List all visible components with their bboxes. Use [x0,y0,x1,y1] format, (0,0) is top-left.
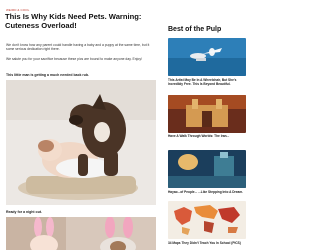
sidebar-heading: Best of the Pulp [168,26,222,33]
article-paragraph: We salute you for your sacrifice because… [6,57,142,61]
puppy-and-baby-photo [6,80,156,205]
article-paragraph: We don't know how any parent could handl… [6,43,150,52]
sidebar-item-link[interactable]: Have A Walk Through Worlds: The Iran... [168,134,246,138]
article-title: This Is Why Kids Need Pets. Warning: Cut… [5,12,142,30]
sidebar-item-link[interactable]: 34 Maps They Didn't Teach You In School … [168,241,246,245]
sidebar-thumb-fantasy[interactable] [168,150,246,188]
sidebar-item-link[interactable]: Hayao...of People... ...Like Stepping In… [168,190,246,194]
photo-caption: This little man is getting a much needed… [6,73,90,77]
article-column: WEIRD & COOL This Is Why Kids Need Pets.… [5,0,161,250]
bunny-ears-photo [6,217,156,250]
sidebar-thumb-map[interactable] [168,201,246,239]
sidebar: Best of the Pulp This Artist May Be In A… [167,0,247,250]
photo-caption: Ready for a night out. [6,210,42,214]
sidebar-thumb-castle[interactable] [168,95,246,133]
sidebar-item-link[interactable]: This Artist May Be In A Wheelchair, But … [168,78,246,86]
sidebar-thumb-dancer[interactable] [168,38,246,76]
